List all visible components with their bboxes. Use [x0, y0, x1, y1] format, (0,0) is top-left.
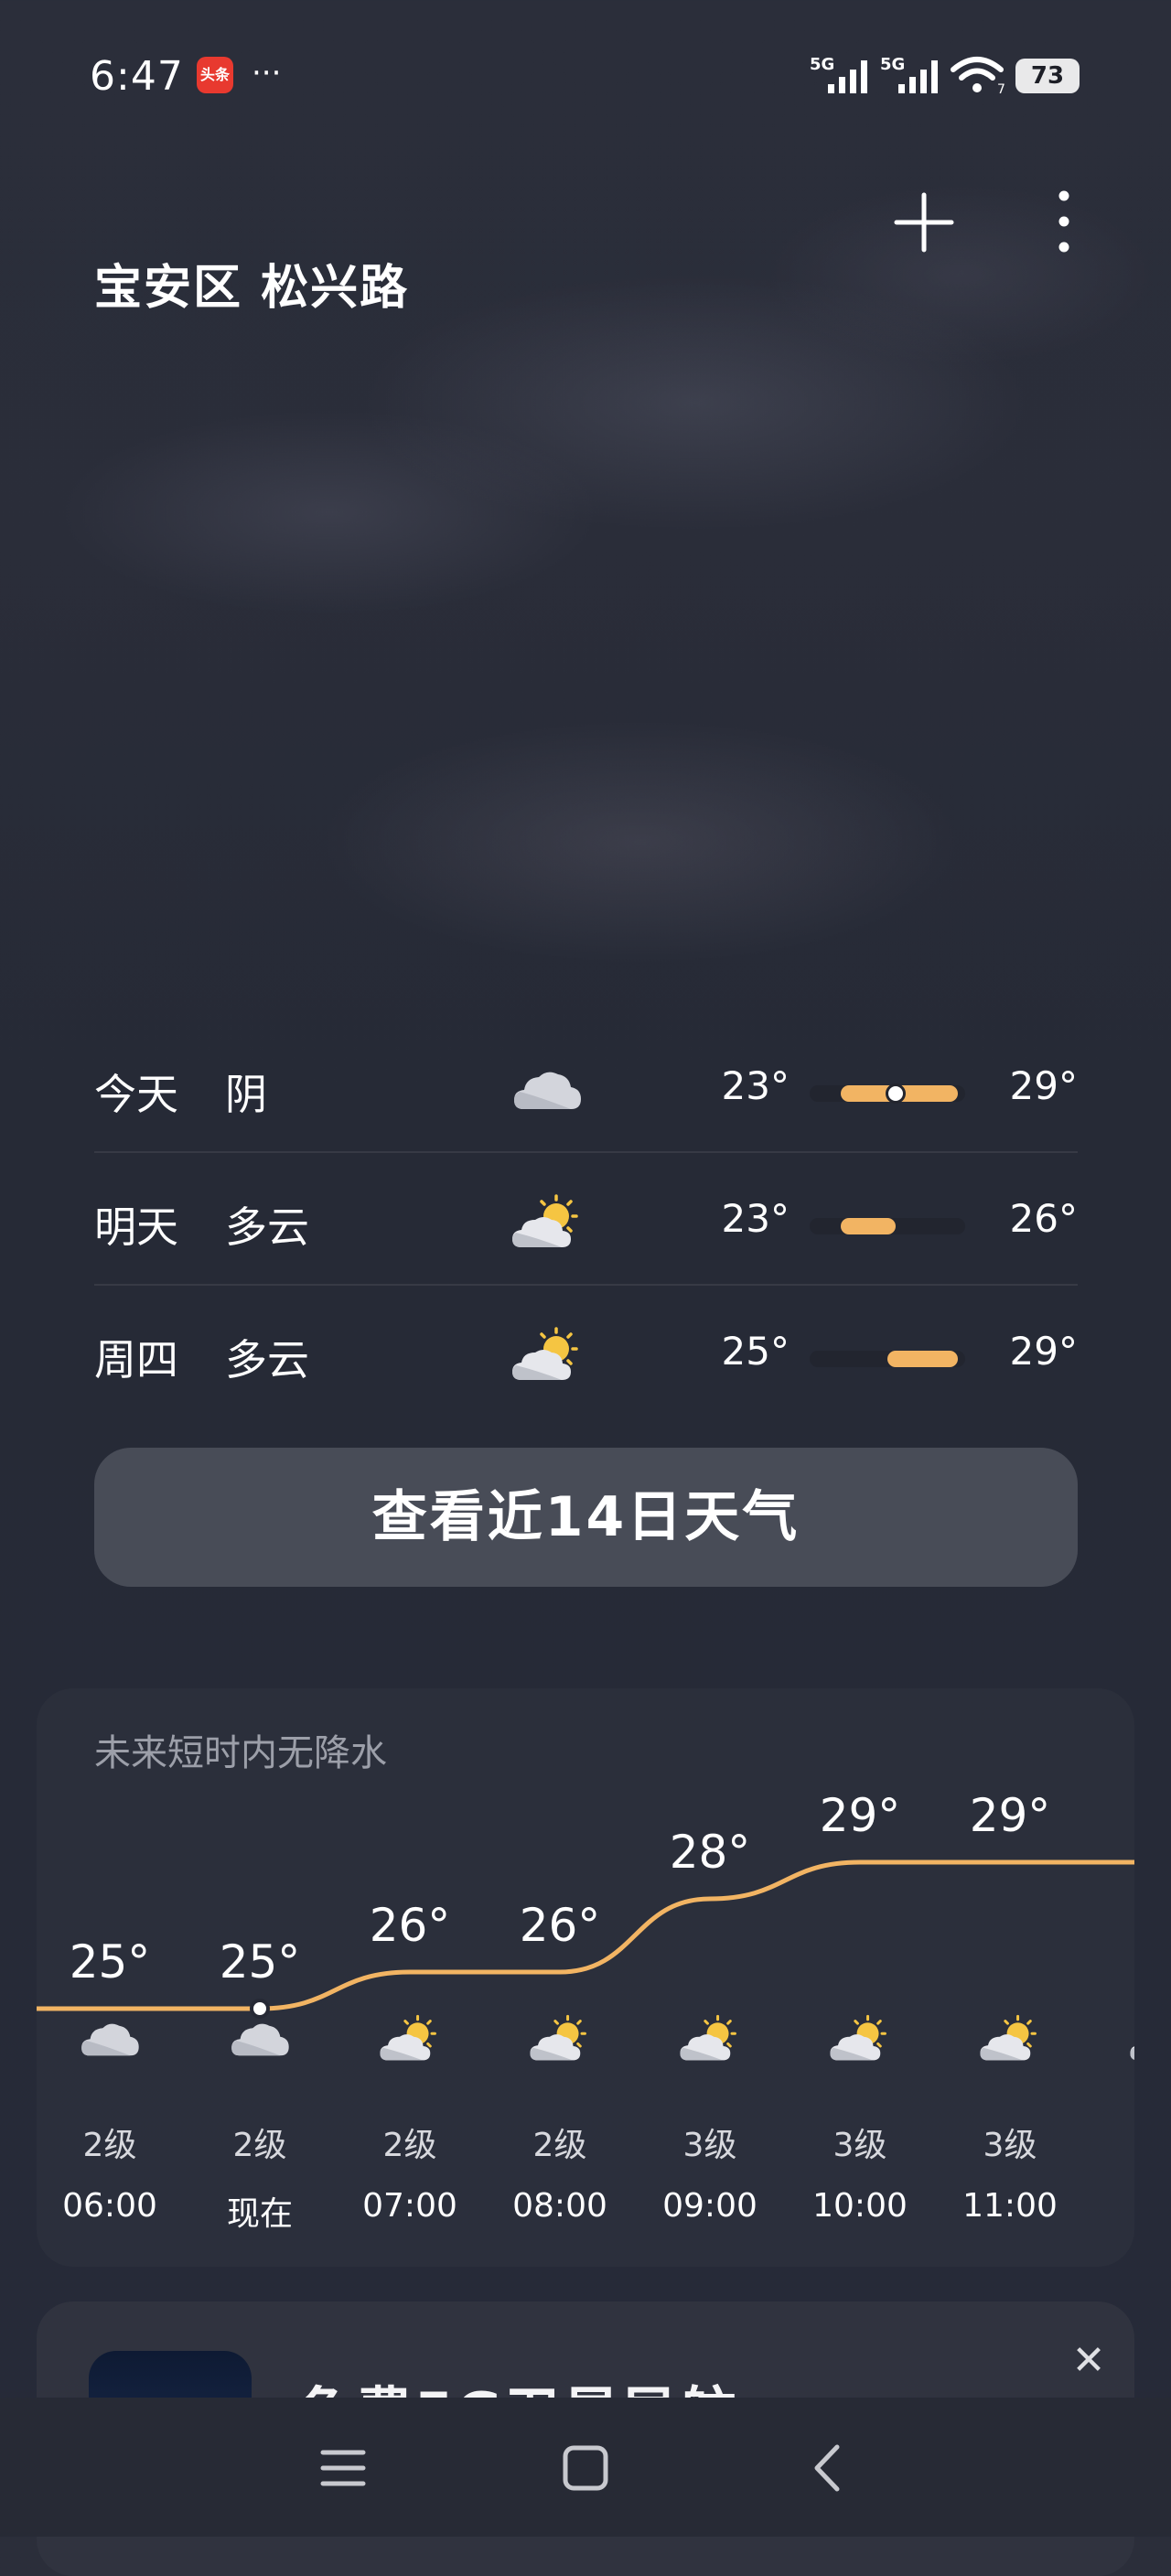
hourly-wind: 2级: [532, 2127, 587, 2164]
plus-icon[interactable]: [892, 190, 956, 254]
forecast-condition: 多云: [225, 1202, 309, 1252]
menu-icon[interactable]: [306, 2436, 380, 2500]
partly-cloudy-icon: [1130, 2046, 1134, 2060]
hourly-temp: 28°: [669, 1826, 751, 1879]
hourly-time: 09:00: [662, 2187, 757, 2225]
hourly-temp: 26°: [519, 1899, 601, 1952]
forecast-condition: 阴: [225, 1070, 267, 1119]
hourly-time: 06:00: [62, 2187, 157, 2225]
more-notifications-icon: ···: [252, 55, 282, 92]
forecast-high-temp: 26°: [1009, 1196, 1078, 1241]
partly-cloudy-icon: [530, 2014, 586, 2061]
forecast-day: 今天: [94, 1070, 178, 1119]
partly-cloudy-icon: [512, 1194, 578, 1247]
overcast-cloud-icon: [514, 1072, 581, 1109]
network-1-label: 5G: [810, 55, 834, 74]
hourly-temp: 2: [1096, 1789, 1134, 1842]
forecast-high-temp: 29°: [1009, 1329, 1078, 1374]
hourly-wind: 3级: [682, 2127, 737, 2164]
hourly-time: 07:00: [362, 2187, 457, 2225]
back-icon[interactable]: [791, 2436, 865, 2500]
daily-forecast-row[interactable]: 周四 多云 25° 29°: [94, 1290, 1078, 1423]
partly-cloudy-icon: [830, 2014, 886, 2061]
partly-cloudy-icon: [512, 1327, 578, 1380]
hourly-weather-icon: [978, 2013, 1042, 2068]
hourly-forecast-card: 未来短时内无降水 25° 2级 06:00 25° 2级 现在 26° 2级 07:00 26° 2…: [37, 1688, 1134, 2267]
row-divider: [94, 1284, 1078, 1286]
hourly-temp: 29°: [819, 1789, 901, 1842]
temp-range-bar: [810, 1218, 965, 1234]
overcast-cloud-icon: [231, 2023, 289, 2056]
hourly-weather-icon: [828, 2013, 892, 2068]
wifi-icon: 7: [951, 57, 1005, 95]
partly-cloudy-icon: [680, 2014, 736, 2061]
temp-range-fill: [841, 1218, 896, 1234]
hourly-wind: 2级: [82, 2127, 137, 2164]
kebab-menu-icon[interactable]: [1043, 190, 1085, 254]
hourly-wind: 2级: [232, 2127, 287, 2164]
forecast-weather-icon: [510, 1192, 584, 1256]
cellular-signal-1-icon: 5G: [810, 55, 867, 93]
hourly-wind: 2级: [382, 2127, 437, 2164]
battery-indicator: 73: [1015, 59, 1080, 93]
view-14-day-forecast-button[interactable]: 查看近14日天气: [94, 1448, 1078, 1587]
daily-forecast-row[interactable]: 明天 多云 23° 26°: [94, 1158, 1078, 1290]
hourly-temp: 25°: [219, 1935, 301, 1989]
status-time: 6:47: [90, 53, 184, 100]
hourly-wind: 3级: [833, 2127, 887, 2164]
hourly-time: 08:00: [512, 2187, 607, 2225]
temp-range-bar: [810, 1083, 965, 1104]
hourly-weather-icon: [528, 2013, 592, 2068]
home-icon[interactable]: [549, 2436, 622, 2500]
hourly-temp: 25°: [69, 1935, 151, 1989]
forecast-low-temp: 23°: [721, 1196, 790, 1241]
daily-forecast-row[interactable]: 今天阴 23° 29°: [94, 1025, 1078, 1158]
close-icon[interactable]: ✕: [1066, 2338, 1112, 2384]
hourly-time: 现在: [226, 2195, 293, 2233]
hourly-temp: 29°: [969, 1789, 1051, 1842]
hourly-time: 1: [1096, 2187, 1134, 2225]
temp-range-bar: [810, 1351, 965, 1367]
hourly-weather-icon: [228, 2013, 292, 2068]
hourly-time: 11:00: [962, 2187, 1058, 2225]
status-bar: 6:47 头条 ··· 5G 5G 7 73: [0, 37, 1171, 110]
partly-cloudy-icon: [980, 2014, 1037, 2061]
partly-cloudy-icon: [380, 2014, 436, 2061]
overcast-cloud-icon: [81, 2023, 139, 2056]
forecast-day: 明天: [94, 1202, 178, 1252]
hourly-wind: 3级: [983, 2127, 1037, 2164]
current-temp-marker: [885, 1083, 906, 1104]
forecast-day: 周四: [94, 1335, 178, 1385]
forecast-weather-icon: [510, 1060, 584, 1124]
forecast-weather-icon: [510, 1325, 584, 1389]
wifi-badge: 7: [997, 82, 1005, 95]
forecast-low-temp: 23°: [721, 1063, 790, 1108]
network-2-label: 5G: [880, 55, 905, 74]
hourly-temp: 26°: [369, 1899, 451, 1952]
cellular-signal-2-icon: 5G: [880, 55, 938, 93]
system-navigation-bar: [0, 2398, 1171, 2537]
hourly-time: 10:00: [812, 2187, 908, 2225]
hourly-wind: 3: [1096, 2118, 1134, 2156]
forecast-low-temp: 25°: [721, 1329, 790, 1374]
hourly-weather-icon: [78, 2013, 142, 2068]
row-divider: [94, 1151, 1078, 1153]
toutiao-app-icon: 头条: [197, 57, 233, 93]
hourly-weather-icon: [1128, 2013, 1134, 2068]
forecast-high-temp: 29°: [1009, 1063, 1078, 1108]
forecast-condition: 多云: [225, 1335, 309, 1385]
hourly-weather-icon: [678, 2013, 742, 2068]
location-title[interactable]: 宝安区 松兴路: [94, 249, 409, 318]
temp-range-fill: [887, 1351, 958, 1367]
hourly-weather-icon: [378, 2013, 442, 2068]
